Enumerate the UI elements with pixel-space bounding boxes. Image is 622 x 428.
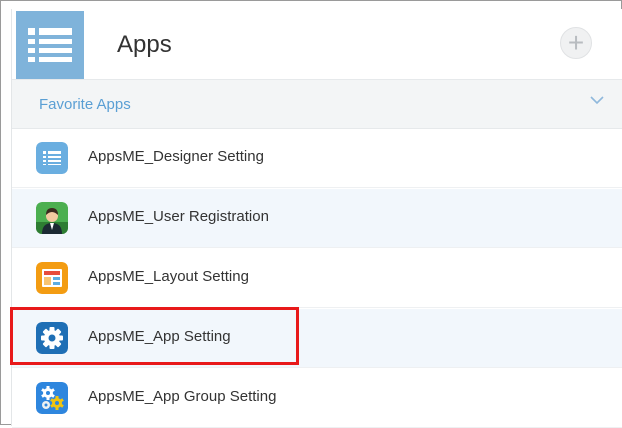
gear-icon (36, 322, 68, 354)
app-item-app-group-setting[interactable]: AppsME_App Group Setting (12, 369, 622, 428)
app-item-user-registration[interactable]: AppsME_User Registration (12, 189, 622, 248)
apps-list-icon (16, 11, 84, 79)
chevron-down-icon[interactable] (589, 94, 605, 106)
app-item-designer-setting[interactable]: AppsME_Designer Setting (12, 129, 622, 188)
app-item-layout-setting[interactable]: AppsME_Layout Setting (12, 249, 622, 308)
apps-header: Apps + (12, 9, 622, 80)
page-title: Apps (117, 31, 172, 58)
add-app-button[interactable]: + (560, 27, 592, 59)
apps-panel: Apps + Favorite Apps AppsME_Designer Set… (11, 9, 622, 428)
app-item-label: AppsME_Designer Setting (88, 148, 264, 165)
app-item-label: AppsME_Layout Setting (88, 268, 249, 285)
window-frame: Apps + Favorite Apps AppsME_Designer Set… (0, 0, 622, 428)
person-icon (36, 202, 68, 234)
list-icon (36, 142, 68, 174)
app-item-label: AppsME_User Registration (88, 208, 269, 225)
app-item-label: AppsME_App Group Setting (88, 388, 277, 405)
layout-icon (36, 262, 68, 294)
section-title: Favorite Apps (39, 96, 131, 113)
favorite-apps-header[interactable]: Favorite Apps (12, 80, 622, 129)
gears-icon (36, 382, 68, 414)
app-item-label: AppsME_App Setting (88, 328, 231, 345)
app-item-app-setting[interactable]: AppsME_App Setting (12, 309, 622, 368)
plus-icon: + (567, 27, 585, 58)
